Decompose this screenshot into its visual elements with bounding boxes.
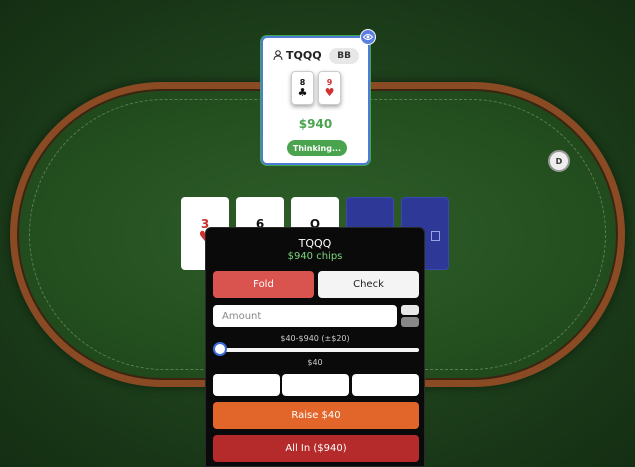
amount-decrement-button[interactable]	[401, 317, 419, 327]
opponent-seat: TQQQ BB 8 ♣ 9 ♥ $940 Thinking...	[261, 36, 370, 165]
bet-slider-track[interactable]	[220, 348, 419, 352]
raise-button[interactable]: Raise $40	[213, 402, 419, 429]
bet-range-text: $40-$940 (±$20)	[280, 334, 350, 343]
action-panel: TQQQ $940 chips Fold Check $40-$940 (±$2…	[205, 227, 425, 467]
all-in-button[interactable]: All In ($940)	[213, 435, 419, 462]
panel-player-name: TQQQ	[298, 237, 332, 250]
preset-bet-button-1[interactable]	[213, 374, 280, 396]
opponent-name: TQQQ	[286, 49, 322, 62]
preset-bet-button-3[interactable]	[352, 374, 419, 396]
amount-input[interactable]	[213, 305, 397, 327]
opponent-name-row: TQQQ	[273, 49, 322, 62]
amount-increment-button[interactable]	[401, 305, 419, 315]
current-bet-value: $40	[307, 358, 323, 367]
panel-chip-count: $940 chips	[287, 251, 343, 262]
club-icon: ♣	[297, 86, 308, 99]
hole-card-2: 9 ♥	[318, 71, 341, 105]
status-badge: Thinking...	[287, 140, 347, 156]
dealer-button: D	[548, 150, 570, 172]
heart-icon: ♥	[324, 86, 335, 99]
fold-button[interactable]: Fold	[213, 271, 314, 298]
check-button[interactable]: Check	[318, 271, 419, 298]
position-badge: BB	[329, 48, 359, 64]
card-back-pattern-icon	[431, 231, 440, 241]
hole-card-1: 8 ♣	[291, 71, 314, 105]
bet-slider-thumb[interactable]	[213, 342, 227, 356]
eye-icon	[363, 34, 373, 40]
opponent-stack: $940	[298, 117, 333, 131]
reveal-cards-button[interactable]	[360, 29, 376, 45]
preset-bet-button-2[interactable]	[282, 374, 349, 396]
user-icon	[273, 50, 283, 61]
